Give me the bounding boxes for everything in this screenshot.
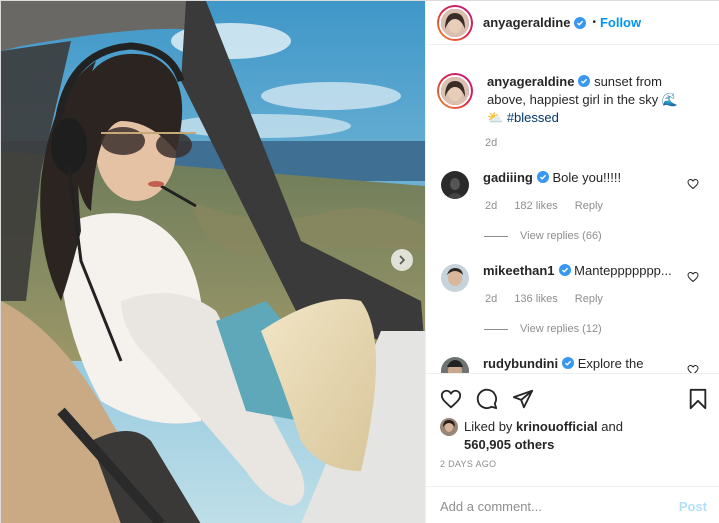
reply-button[interactable]: Reply xyxy=(575,293,603,305)
post-image xyxy=(1,1,425,523)
caption-username[interactable]: anyageraldine xyxy=(487,74,574,89)
caption-hashtag[interactable]: #blessed xyxy=(507,110,559,125)
liked-by-user[interactable]: krinouofficial xyxy=(516,419,598,434)
comment-body: Manteppppppp... xyxy=(574,263,672,278)
comment-1-meta: 2d 182 likes Reply xyxy=(485,200,617,212)
comment-username[interactable]: rudybundini xyxy=(483,356,558,371)
comment-text: rudybundini Explore the xyxy=(483,355,683,373)
liked-by: Liked by krinouofficial and 560,905 othe… xyxy=(440,418,623,454)
caption-text: anyageraldine sunset from above, happies… xyxy=(487,73,687,127)
verified-badge-icon xyxy=(562,357,575,369)
view-replies-button[interactable]: View replies (66) xyxy=(484,230,602,242)
verified-badge-icon xyxy=(578,75,591,87)
post-actions: Liked by krinouofficial and 560,905 othe… xyxy=(426,373,719,523)
separator-dot: • xyxy=(592,17,596,28)
commenter-avatar[interactable] xyxy=(441,357,469,373)
comment-3: rudybundini Explore the xyxy=(437,355,713,373)
liker-avatar[interactable] xyxy=(440,418,458,436)
liked-by-prefix: Liked by xyxy=(464,419,513,434)
commenter-avatar-image xyxy=(441,357,469,373)
post-header: anyageraldine • Follow xyxy=(426,1,719,45)
comment-time[interactable]: 2d xyxy=(485,293,497,305)
chevron-right-icon xyxy=(399,255,406,265)
add-comment-bar: Post xyxy=(426,486,719,523)
caption-time[interactable]: 2d xyxy=(485,137,497,149)
commenter-avatar-image xyxy=(441,264,469,292)
comment-time[interactable]: 2d xyxy=(485,200,497,212)
reply-button[interactable]: Reply xyxy=(575,200,603,212)
save-bookmark-icon[interactable] xyxy=(688,388,708,410)
post-comment-button[interactable]: Post xyxy=(679,499,707,514)
verified-badge-icon xyxy=(558,264,571,276)
author-avatar[interactable] xyxy=(437,4,473,41)
liked-by-conj: and xyxy=(601,419,623,434)
caption: anyageraldine sunset from above, happies… xyxy=(437,73,713,127)
comment-body: Bole you!!!!! xyxy=(552,170,622,185)
caption-avatar[interactable] xyxy=(437,73,473,109)
comment-2-meta: 2d 136 likes Reply xyxy=(485,293,617,305)
author-avatar-image xyxy=(441,8,469,37)
like-heart-icon[interactable] xyxy=(440,388,462,410)
comment-bubble-icon[interactable] xyxy=(476,388,498,410)
caption-avatar-image xyxy=(441,77,469,105)
like-comment-heart-icon[interactable] xyxy=(687,178,699,190)
comment-likes[interactable]: 136 likes xyxy=(514,293,557,305)
comment-text: gadiiing Bole you!!!!! xyxy=(483,169,683,199)
next-photo-button[interactable] xyxy=(391,249,413,271)
comments-list[interactable]: anyageraldine sunset from above, happies… xyxy=(426,45,719,373)
comment-text: mikeethan1 Manteppppppp... xyxy=(483,262,678,292)
follow-button[interactable]: Follow xyxy=(600,15,641,30)
comment-body: Explore the xyxy=(577,356,644,371)
view-replies-button[interactable]: View replies (12) xyxy=(484,323,602,335)
view-replies-label: View replies (66) xyxy=(520,230,602,242)
like-comment-heart-icon[interactable] xyxy=(687,271,699,283)
like-comment-heart-icon[interactable] xyxy=(687,364,699,373)
comment-username[interactable]: gadiiing xyxy=(483,170,533,185)
post-date[interactable]: 2 DAYS AGO xyxy=(440,459,496,469)
commenter-avatar-image xyxy=(441,171,469,199)
divider-line xyxy=(484,328,508,330)
commenter-avatar[interactable] xyxy=(441,171,469,199)
comment-username[interactable]: mikeethan1 xyxy=(483,263,555,278)
divider-line xyxy=(484,235,508,237)
share-send-icon[interactable] xyxy=(512,388,534,410)
post-photo[interactable] xyxy=(1,1,425,523)
post-dialog: anyageraldine • Follow anyageraldine sun… xyxy=(0,0,719,523)
verified-badge-icon xyxy=(536,171,549,183)
verified-badge-icon xyxy=(574,16,587,29)
view-replies-label: View replies (12) xyxy=(520,323,602,335)
liked-by-text: Liked by krinouofficial and 560,905 othe… xyxy=(464,418,623,454)
caption-meta: 2d xyxy=(485,137,511,149)
author-username[interactable]: anyageraldine xyxy=(483,15,570,30)
likes-count[interactable]: 560,905 others xyxy=(464,437,554,452)
liker-avatar-image xyxy=(440,418,458,436)
commenter-avatar[interactable] xyxy=(441,264,469,292)
comment-likes[interactable]: 182 likes xyxy=(514,200,557,212)
comment-input[interactable] xyxy=(440,499,679,514)
post-side-panel: anyageraldine • Follow anyageraldine sun… xyxy=(425,1,719,523)
comment-1: gadiiing Bole you!!!!! xyxy=(437,169,713,199)
comment-2: mikeethan1 Manteppppppp... xyxy=(437,262,713,292)
